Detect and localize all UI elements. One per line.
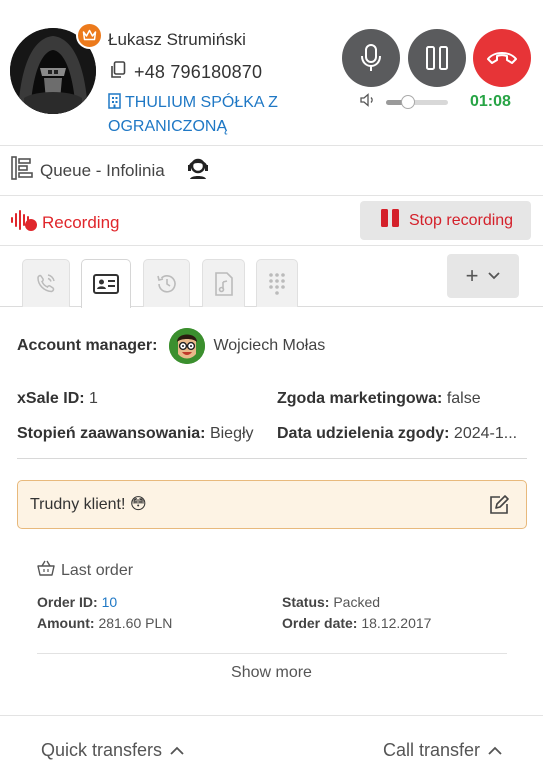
history-icon — [156, 274, 176, 293]
mute-button[interactable] — [342, 29, 400, 87]
zgoda-label: Zgoda marketingowa: — [277, 390, 443, 407]
edit-icon[interactable] — [488, 494, 510, 521]
hangup-phone-icon — [487, 52, 517, 64]
xsale-id-value: 1 — [89, 390, 98, 407]
pause-icon — [426, 46, 448, 70]
stop-pause-icon — [380, 208, 400, 233]
recording-label: Recording — [42, 212, 120, 232]
order-status-value: Packed — [333, 594, 381, 610]
tabs-bar: + — [0, 246, 543, 308]
order-amount-label: Amount: — [37, 615, 95, 631]
field-xsale-id: xSale ID: 1 — [17, 390, 98, 408]
last-order-header: Last order — [37, 560, 133, 581]
call-transfer-button[interactable]: Call transfer — [383, 740, 502, 761]
chevron-up-icon — [170, 746, 184, 755]
speaker-icon — [360, 93, 376, 112]
order-date-label: Order date: — [282, 615, 358, 631]
caller-header: Łukasz Strumiński +48 796180870 THULIUM … — [0, 0, 543, 146]
show-more-button[interactable]: Show more — [0, 664, 543, 682]
contact-card-icon — [93, 274, 119, 294]
quick-transfers-label: Quick transfers — [41, 740, 163, 760]
account-manager-row: Account manager: Wojciech Mołas — [17, 328, 325, 364]
volume-slider-knob[interactable] — [400, 95, 415, 109]
divider — [17, 458, 527, 459]
order-amount-value: 281.60 PLN — [98, 615, 173, 631]
field-data-zgody: Data udzielenia zgody: 2024-1... — [277, 425, 517, 443]
queue-icon — [10, 155, 34, 186]
queue-label: Queue - Infolinia — [40, 160, 165, 180]
data-zgody-label: Data udzielenia zgody: — [277, 425, 450, 442]
tab-contact[interactable] — [81, 259, 131, 308]
order-id-field: Order ID: 10 — [37, 594, 117, 610]
caller-company: THULIUM SPÓŁKA Z OGRANICZONĄ — [108, 94, 278, 135]
call-transfer-label: Call transfer — [383, 740, 481, 760]
divider — [37, 653, 507, 654]
recording-wave-icon — [10, 208, 38, 237]
queue-row: Queue - Infolinia — [0, 146, 543, 196]
account-manager-name: Wojciech Mołas — [213, 337, 326, 354]
plus-icon: + — [465, 263, 479, 288]
zgoda-value: false — [446, 390, 481, 407]
chevron-down-icon — [488, 272, 501, 280]
stop-recording-label: Stop recording — [409, 211, 514, 229]
order-amount-field: Amount: 281.60 PLN — [37, 615, 172, 631]
field-zgoda-marketingowa: Zgoda marketingowa: false — [277, 390, 481, 408]
vip-crown-badge — [76, 22, 103, 49]
volume-slider[interactable] — [386, 95, 448, 109]
order-date-value: 18.12.2017 — [361, 615, 432, 631]
caller-company-link[interactable]: THULIUM SPÓŁKA Z OGRANICZONĄ — [108, 92, 308, 138]
stop-recording-button[interactable]: Stop recording — [360, 201, 531, 240]
add-menu-button[interactable]: + — [447, 254, 519, 298]
volume-control — [360, 93, 448, 112]
order-id-link[interactable]: 10 — [102, 594, 118, 610]
note-text: Trudny klient! 😳 — [30, 496, 147, 513]
order-date-field: Order date: 18.12.2017 — [282, 615, 431, 631]
tab-call[interactable] — [22, 259, 70, 307]
hold-button[interactable] — [408, 29, 466, 87]
tab-history[interactable] — [143, 259, 190, 307]
chevron-up-icon — [488, 746, 502, 755]
last-order-title: Last order — [61, 561, 134, 579]
account-manager-avatar — [169, 328, 206, 364]
caller-phone: +48 796180870 — [134, 62, 263, 82]
field-stopien: Stopień zaawansowania: Biegły — [17, 425, 254, 443]
order-status-field: Status: Packed — [282, 594, 380, 610]
xsale-id-label: xSale ID: — [17, 390, 85, 407]
stopien-value: Biegły — [209, 425, 254, 442]
dialpad-icon — [269, 272, 285, 295]
phone-wave-icon — [37, 273, 55, 292]
basket-icon — [37, 560, 55, 581]
crown-icon — [82, 29, 97, 41]
building-icon — [108, 93, 121, 116]
hangup-button[interactable] — [473, 29, 531, 87]
tab-recordings[interactable] — [202, 259, 245, 307]
recording-indicator: Recording — [10, 208, 120, 237]
agent-headset-icon — [185, 155, 211, 186]
audio-file-icon — [214, 271, 233, 296]
account-manager-label: Account manager: — [17, 337, 158, 354]
transfer-footer: Quick transfers Call transfer — [0, 715, 543, 779]
data-zgody-value: 2024-1... — [453, 425, 518, 442]
stopien-label: Stopień zaawansowania: — [17, 425, 206, 442]
quick-transfers-button[interactable]: Quick transfers — [41, 740, 184, 761]
contact-note: Trudny klient! 😳 — [17, 480, 527, 529]
tab-dialpad[interactable] — [256, 259, 298, 307]
order-id-label: Order ID: — [37, 594, 98, 610]
order-status-label: Status: — [282, 594, 330, 610]
call-timer: 01:08 — [470, 93, 511, 110]
microphone-icon — [361, 44, 381, 71]
caller-name: Łukasz Strumiński — [108, 30, 246, 49]
copy-icon[interactable] — [110, 61, 126, 84]
